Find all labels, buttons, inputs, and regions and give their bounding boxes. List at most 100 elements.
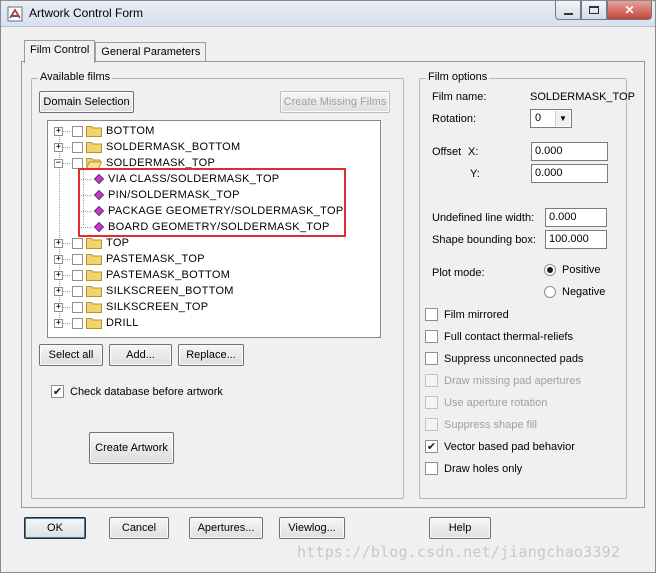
offset-y-label: Y: [470, 168, 480, 180]
create-missing-films-button[interactable]: Create Missing Films [280, 91, 390, 113]
plot-mode-positive[interactable]: Positive [544, 264, 601, 276]
replace-button[interactable]: Replace... [178, 344, 244, 366]
tree-item-soldermask-bottom[interactable]: + SOLDERMASK_BOTTOM [48, 139, 240, 155]
ok-button[interactable]: OK [24, 517, 86, 539]
folder-icon [86, 302, 102, 313]
close-button[interactable]: ✕ [607, 1, 652, 20]
tab-general-parameters[interactable]: General Parameters [95, 42, 207, 63]
tree-item-label: TOP [106, 237, 130, 249]
negative-label: Negative [562, 286, 606, 298]
plot-mode-negative[interactable]: Negative [544, 286, 605, 298]
expand-plus-icon[interactable]: + [54, 238, 63, 248]
radio-selected-icon [547, 267, 553, 273]
tree-checkbox[interactable] [72, 237, 83, 249]
tree-item-bottom[interactable]: + BOTTOM [48, 123, 155, 139]
use-aperture-rotation-label: Use aperture rotation [444, 396, 548, 409]
vector-based-pad-behavior-option[interactable]: ✔ Vector based pad behavior [425, 440, 575, 453]
draw-holes-only-option[interactable]: Draw holes only [425, 462, 522, 475]
tab-strip: Film Control General Parameters [24, 40, 207, 63]
minimize-icon [563, 12, 573, 15]
check-database-option[interactable]: ✔ Check database before artwork [51, 385, 223, 398]
maximize-button[interactable] [581, 1, 607, 20]
tree-item-label: DRILL [106, 317, 139, 329]
highlight-annotation-box [78, 168, 346, 237]
expand-plus-icon[interactable]: + [54, 286, 63, 296]
tree-checkbox[interactable] [72, 269, 83, 281]
film-mirrored-label: Film mirrored [444, 308, 509, 321]
expand-plus-icon[interactable]: + [54, 270, 63, 280]
full-contact-thermal-reliefs-checkbox[interactable] [425, 330, 438, 343]
full-contact-thermal-reliefs-option[interactable]: Full contact thermal-reliefs [425, 330, 573, 343]
tree-checkbox[interactable] [72, 301, 83, 313]
vector-based-pad-behavior-label: Vector based pad behavior [444, 440, 575, 453]
shape-bounding-box-field[interactable]: 100.000 [545, 230, 607, 249]
tab-film-control[interactable]: Film Control [24, 40, 96, 63]
collapse-minus-icon[interactable]: − [54, 158, 63, 168]
tree-item-pastemask-top[interactable]: + PASTEMASK_TOP [48, 251, 205, 267]
tree-item-label: BOTTOM [106, 125, 155, 137]
suppress-unconnected-pads-option[interactable]: Suppress unconnected pads [425, 352, 583, 365]
folder-icon [86, 318, 102, 329]
undefined-line-width-field[interactable]: 0.000 [545, 208, 607, 227]
tree-checkbox[interactable] [72, 253, 83, 265]
expand-plus-icon[interactable]: + [54, 254, 63, 264]
folder-icon [86, 286, 102, 297]
check-database-label: Check database before artwork [70, 385, 223, 398]
tree-item-label: PASTEMASK_TOP [106, 253, 205, 265]
offset-y-field[interactable]: 0.000 [531, 164, 608, 183]
film-name-value: SOLDERMASK_TOP [530, 91, 635, 103]
folder-icon [86, 270, 102, 281]
tree-checkbox[interactable] [72, 285, 83, 297]
tree-checkbox[interactable] [72, 157, 83, 169]
checkmark-icon: ✔ [426, 440, 437, 453]
expand-plus-icon[interactable]: + [54, 302, 63, 312]
expand-plus-icon[interactable]: + [54, 126, 63, 136]
artwork-control-window: Artwork Control Form ✕ Film Control Gene… [0, 0, 656, 573]
negative-radio[interactable] [544, 286, 556, 298]
window-title: Artwork Control Form [29, 6, 144, 20]
suppress-unconnected-pads-checkbox[interactable] [425, 352, 438, 365]
draw-missing-pad-apertures-label: Draw missing pad apertures [444, 374, 581, 387]
tree-item-drill[interactable]: + DRILL [48, 315, 139, 331]
tree-checkbox[interactable] [72, 317, 83, 329]
check-database-checkbox[interactable]: ✔ [51, 385, 64, 398]
positive-label: Positive [562, 264, 601, 276]
watermark-text: https://blog.csdn.net/jiangchao3392 [297, 543, 621, 561]
shape-bounding-box-label: Shape bounding box: [432, 234, 536, 246]
vector-based-pad-behavior-checkbox[interactable]: ✔ [425, 440, 438, 453]
offset-label: Offset [432, 146, 462, 158]
film-mirrored-option[interactable]: Film mirrored [425, 308, 509, 321]
minimize-button[interactable] [555, 1, 581, 20]
title-bar[interactable]: Artwork Control Form ✕ [1, 1, 655, 27]
folder-icon [86, 126, 102, 137]
offset-x-field[interactable]: 0.000 [531, 142, 608, 161]
tree-checkbox[interactable] [72, 141, 83, 153]
select-all-button[interactable]: Select all [39, 344, 103, 366]
rotation-label: Rotation: [432, 113, 477, 125]
tree-item-label: SOLDERMASK_BOTTOM [106, 141, 241, 153]
create-artwork-button[interactable]: Create Artwork [89, 432, 174, 464]
help-button[interactable]: Help [429, 517, 491, 539]
film-mirrored-checkbox[interactable] [425, 308, 438, 321]
viewlog-button[interactable]: Viewlog... [279, 517, 345, 539]
use-aperture-rotation-checkbox [425, 396, 438, 409]
checkmark-icon: ✔ [52, 385, 63, 398]
maximize-icon [589, 6, 599, 14]
positive-radio[interactable] [544, 264, 556, 276]
expand-plus-icon[interactable]: + [54, 318, 63, 328]
cancel-button[interactable]: Cancel [109, 517, 169, 539]
tree-item-pastemask-bottom[interactable]: + PASTEMASK_BOTTOM [48, 267, 230, 283]
chevron-down-icon[interactable]: ▼ [555, 111, 570, 126]
expand-plus-icon[interactable]: + [54, 142, 63, 152]
close-icon: ✕ [624, 3, 635, 17]
tree-item-silkscreen-bottom[interactable]: + SILKSCREEN_BOTTOM [48, 283, 234, 299]
rotation-value: 0 [535, 112, 542, 124]
add-button[interactable]: Add... [109, 344, 172, 366]
rotation-select[interactable]: 0 ▼ [530, 109, 572, 128]
tree-checkbox[interactable] [72, 125, 83, 137]
draw-holes-only-checkbox[interactable] [425, 462, 438, 475]
apertures-button[interactable]: Apertures... [189, 517, 263, 539]
domain-selection-button[interactable]: Domain Selection [39, 91, 134, 113]
tree-item-top[interactable]: + TOP [48, 235, 129, 251]
tree-item-silkscreen-top[interactable]: + SILKSCREEN_TOP [48, 299, 208, 315]
